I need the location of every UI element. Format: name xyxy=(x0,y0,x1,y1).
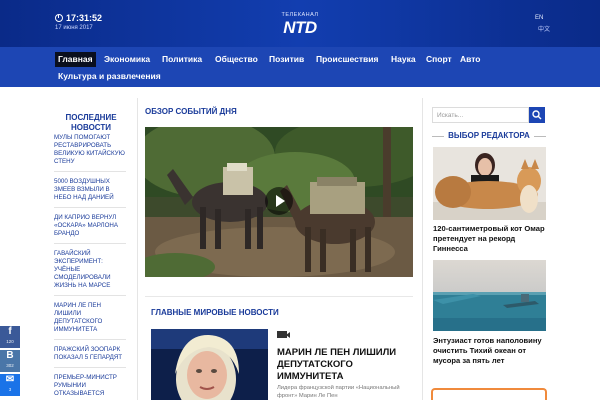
current-date: 17 июня 2017 xyxy=(55,25,93,31)
ocean-article-link[interactable]: Энтузиаст готов наполовину очистить Тихи… xyxy=(433,336,547,366)
nav-item-politics[interactable]: Политика xyxy=(159,52,205,67)
latest-news-item[interactable]: Мулы помогают реставрировать Великую Кит… xyxy=(54,134,126,172)
clock-icon xyxy=(55,14,63,22)
ocean-image xyxy=(433,260,546,331)
logo-text: NTD xyxy=(283,18,317,37)
clock-time: 17:31:52 xyxy=(66,13,103,23)
play-button[interactable] xyxy=(265,187,293,215)
site-header: 17:31:52 17 июня 2017 ТЕЛЕКАНАЛ NTD EN 中… xyxy=(0,0,600,47)
language-en-link[interactable]: EN xyxy=(535,15,543,21)
portrait-image xyxy=(151,329,268,400)
nav-item-auto[interactable]: Авто xyxy=(457,52,484,67)
search-icon xyxy=(532,110,542,120)
latest-news-item[interactable]: Ди Каприо вернул «Оскара» Марлона Брандо xyxy=(54,214,126,244)
facebook-icon: f xyxy=(8,326,12,337)
vk-share-button[interactable]: B 302 xyxy=(0,350,20,372)
vk-share-count: 302 xyxy=(6,363,14,368)
latest-news-item[interactable]: Премьер-министр Румынии отказывается xyxy=(54,374,126,400)
nav-item-science[interactable]: Наука xyxy=(388,52,419,67)
column-divider xyxy=(137,98,138,400)
facebook-share-button[interactable]: f 120 xyxy=(0,326,20,348)
video-player[interactable] xyxy=(145,127,413,277)
nav-item-incidents[interactable]: Происшествия xyxy=(313,52,381,67)
cat-image xyxy=(433,147,546,220)
latest-news-item[interactable]: 5000 воздушных змеев взмыли в небо над Д… xyxy=(54,178,126,208)
cat-photo[interactable] xyxy=(433,147,546,220)
mail-icon: ✉ xyxy=(5,374,15,385)
email-share-count: 3 xyxy=(8,387,12,392)
promo-box[interactable] xyxy=(431,388,547,400)
latest-news-title: ПОСЛЕДНИЕ НОВОСТИ xyxy=(65,113,117,132)
latest-news-list: Мулы помогают реставрировать Великую Кит… xyxy=(54,134,126,400)
nav-item-sport[interactable]: Спорт xyxy=(423,52,455,67)
latest-news-item[interactable]: Марин Ле Пен лишили депутатского иммунит… xyxy=(54,302,126,340)
language-zh-link[interactable]: 中文 xyxy=(538,24,550,33)
nav-item-positive[interactable]: Позитив xyxy=(266,52,307,67)
search-input[interactable] xyxy=(432,107,529,123)
news-headline[interactable]: МАРИН ЛЕ ПЕН ЛИШИЛИ ДЕПУТАТСКОГО ИММУНИТ… xyxy=(277,347,407,383)
latest-news-item[interactable]: Пражский зоопарк показал 5 гепардят xyxy=(54,346,126,368)
latest-news-item[interactable]: Гавайский эксперимент: учёные смоделиров… xyxy=(54,250,126,296)
email-share-button[interactable]: ✉ 3 xyxy=(0,374,20,396)
title-rule xyxy=(432,136,444,137)
sea-photo[interactable] xyxy=(433,260,546,331)
news-lead: Лидера французской партии «Национальный … xyxy=(277,385,400,399)
search-button[interactable] xyxy=(529,107,545,123)
vk-icon: B xyxy=(6,350,14,361)
cat-article-link[interactable]: 120-сантиметровый кот Омар претендует на… xyxy=(433,224,547,254)
day-overview-title: ОБЗОР СОБЫТИЙ ДНЯ xyxy=(145,107,237,116)
nav-item-culture[interactable]: Культура и развлечения xyxy=(55,69,164,84)
world-news-title: ГЛАВНЫЕ МИРОВЫЕ НОВОСТИ xyxy=(151,308,279,317)
video-camera-icon xyxy=(277,331,290,338)
facebook-share-count: 120 xyxy=(6,339,14,344)
editors-choice-title: ВЫБОР РЕДАКТОРА xyxy=(448,131,530,140)
editors-choice-header: ВЫБОР РЕДАКТОРА xyxy=(432,131,546,140)
main-nav: Главная Экономика Политика Общество Пози… xyxy=(0,47,600,87)
title-rule xyxy=(534,136,546,137)
nav-item-home[interactable]: Главная xyxy=(55,52,96,67)
nav-item-economy[interactable]: Экономика xyxy=(101,52,153,67)
column-divider xyxy=(422,98,423,400)
ntd-logo[interactable]: ТЕЛЕКАНАЛ NTD xyxy=(273,12,327,36)
clock: 17:31:52 xyxy=(55,13,102,23)
nav-item-society[interactable]: Общество xyxy=(212,52,261,67)
news-photo[interactable] xyxy=(151,329,268,400)
section-divider xyxy=(145,296,413,297)
